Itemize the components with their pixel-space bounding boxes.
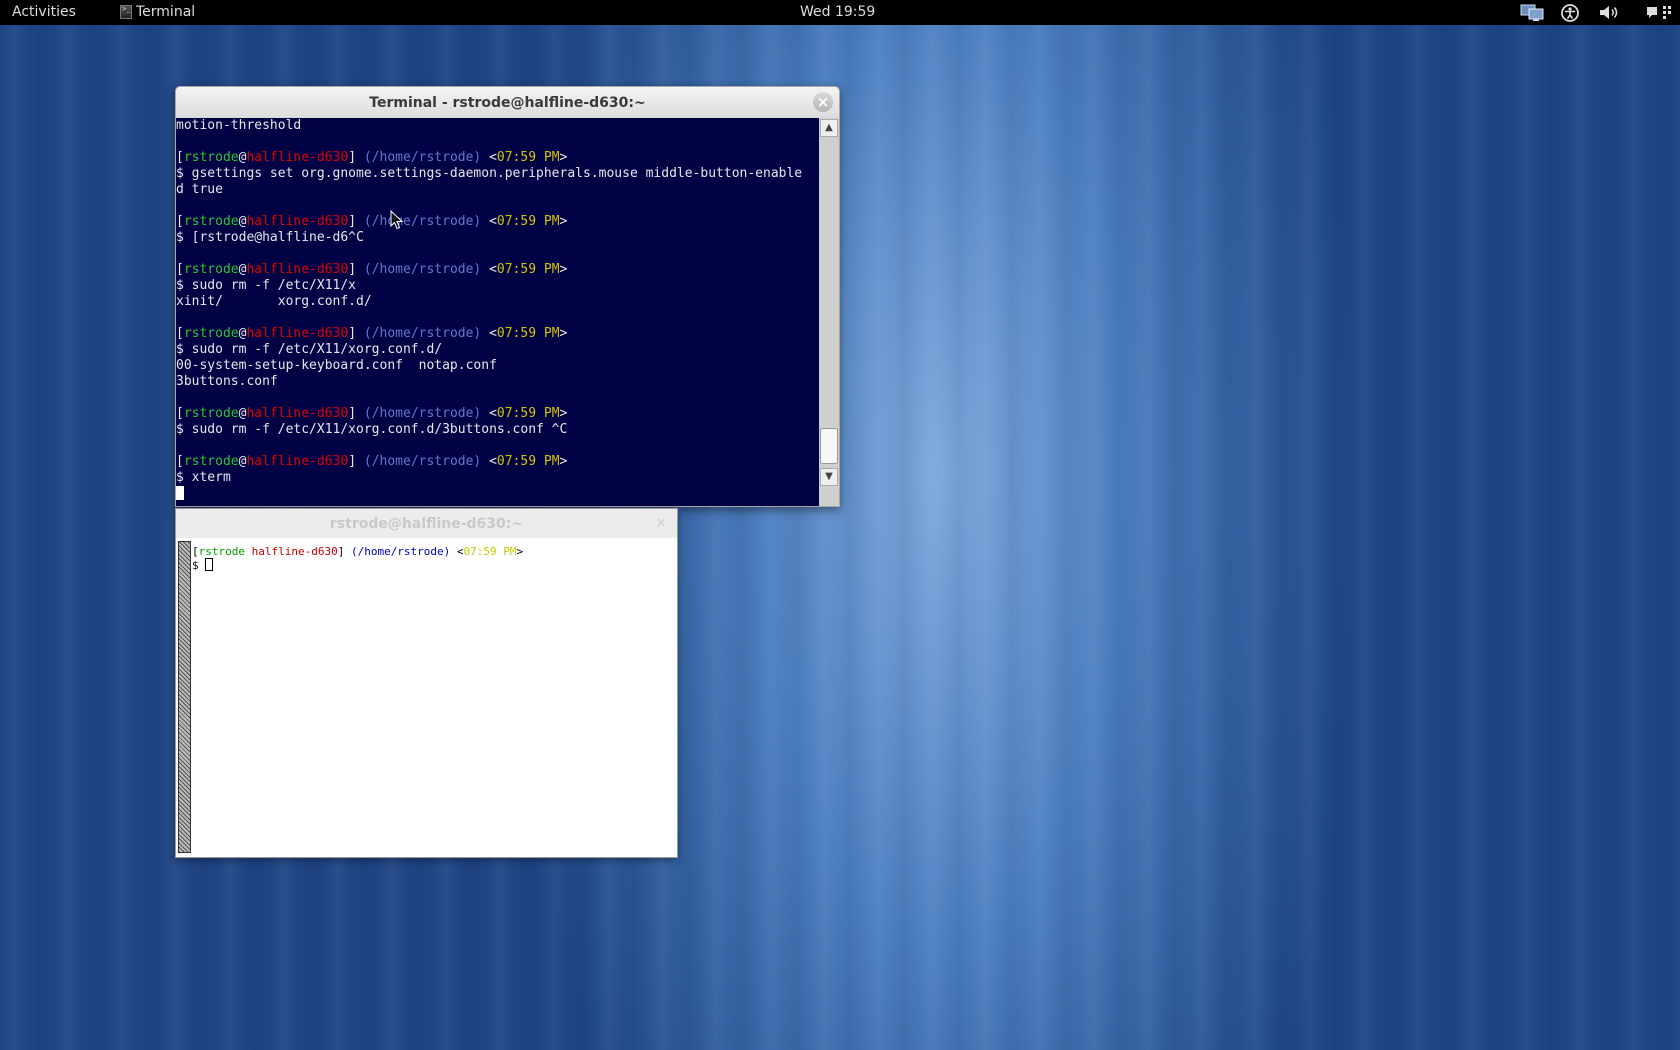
terminal-cursor [176,486,184,500]
xterm-output[interactable]: [rstrode halfline-d630] (/home/rstrode) … [192,545,672,850]
xterm-titlebar[interactable]: rstrode@halfline-d630:~ × [176,509,677,538]
terminal-titlebar[interactable]: Terminal - rstrode@halfline-d630:~ × [176,87,839,118]
activities-button[interactable]: Activities [12,4,76,20]
prompt-line: [rstrode halfline-d630] (/home/rstrode) … [192,545,524,558]
terminal-line: motion-threshold [176,118,302,133]
volume-icon[interactable] [1598,2,1620,23]
terminal-window[interactable]: Terminal - rstrode@halfline-d630:~ × mot… [175,86,840,507]
output-line: 3buttons.conf [176,374,278,389]
terminal-title: Terminal - rstrode@halfline-d630:~ [369,95,646,111]
network-icon[interactable] [1520,2,1546,23]
xterm-title: rstrode@halfline-d630:~ [329,516,524,532]
app-menu-label: Terminal [136,4,196,20]
accessibility-icon[interactable] [1560,2,1580,23]
output-line: 00-system-setup-keyboard.conf notap.conf [176,358,497,373]
chat-icon[interactable] [1644,2,1680,23]
clock[interactable]: Wed 19:59 [800,4,875,20]
command-line: $ gsettings set org.gnome.settings-daemo… [176,166,803,181]
terminal-output[interactable]: motion-threshold [rstrode@halfline-d630]… [176,118,819,506]
input-line[interactable] [176,486,819,502]
mouse-pointer-icon [390,210,404,230]
scrollbar-thumb[interactable] [820,428,838,464]
input-line[interactable]: $ [192,558,672,572]
output-line: xinit/ xorg.conf.d/ [176,294,372,309]
terminal-scrollbar[interactable]: ▲ ▼ [819,118,839,506]
command-line: $ sudo rm -f /etc/X11/xorg.conf.d/3butto… [176,422,568,437]
scroll-up-arrow-icon[interactable]: ▲ [820,119,838,137]
prompt-line: [rstrode@halfline-d630] (/home/rstrode) … [176,454,568,469]
terminal-app-icon: >_ [120,5,132,19]
command-line: $ [rstrode@halfline-d6^C [176,230,364,245]
prompt-line: [rstrode@halfline-d630] (/home/rstrode) … [176,326,568,341]
command-line: $ sudo rm -f /etc/X11/x [176,278,357,293]
prompt-line: [rstrode@halfline-d630] (/home/rstrode) … [176,150,568,165]
scroll-down-arrow-icon[interactable]: ▼ [820,468,838,486]
command-line: d true [176,182,223,197]
xterm-close-button[interactable]: × [653,515,669,531]
close-button[interactable]: × [813,92,833,112]
xterm-cursor [205,558,214,571]
app-menu[interactable]: >_ Terminal [114,0,210,25]
top-bar: Activities >_ Terminal Wed 19:59 [0,0,1680,25]
command-line: $ sudo rm -f /etc/X11/xorg.conf.d/ [176,342,443,357]
prompt-line: [rstrode@halfline-d630] (/home/rstrode) … [176,262,568,277]
prompt-line: [rstrode@halfline-d630] (/home/rstrode) … [176,406,568,421]
xterm-window[interactable]: rstrode@halfline-d630:~ × [rstrode halfl… [175,508,678,858]
command-line: $ xterm [176,470,231,485]
xterm-scrollbar[interactable] [178,541,191,853]
prompt-line: [rstrode@halfline-d630] (/home/rstrode) … [176,214,568,229]
